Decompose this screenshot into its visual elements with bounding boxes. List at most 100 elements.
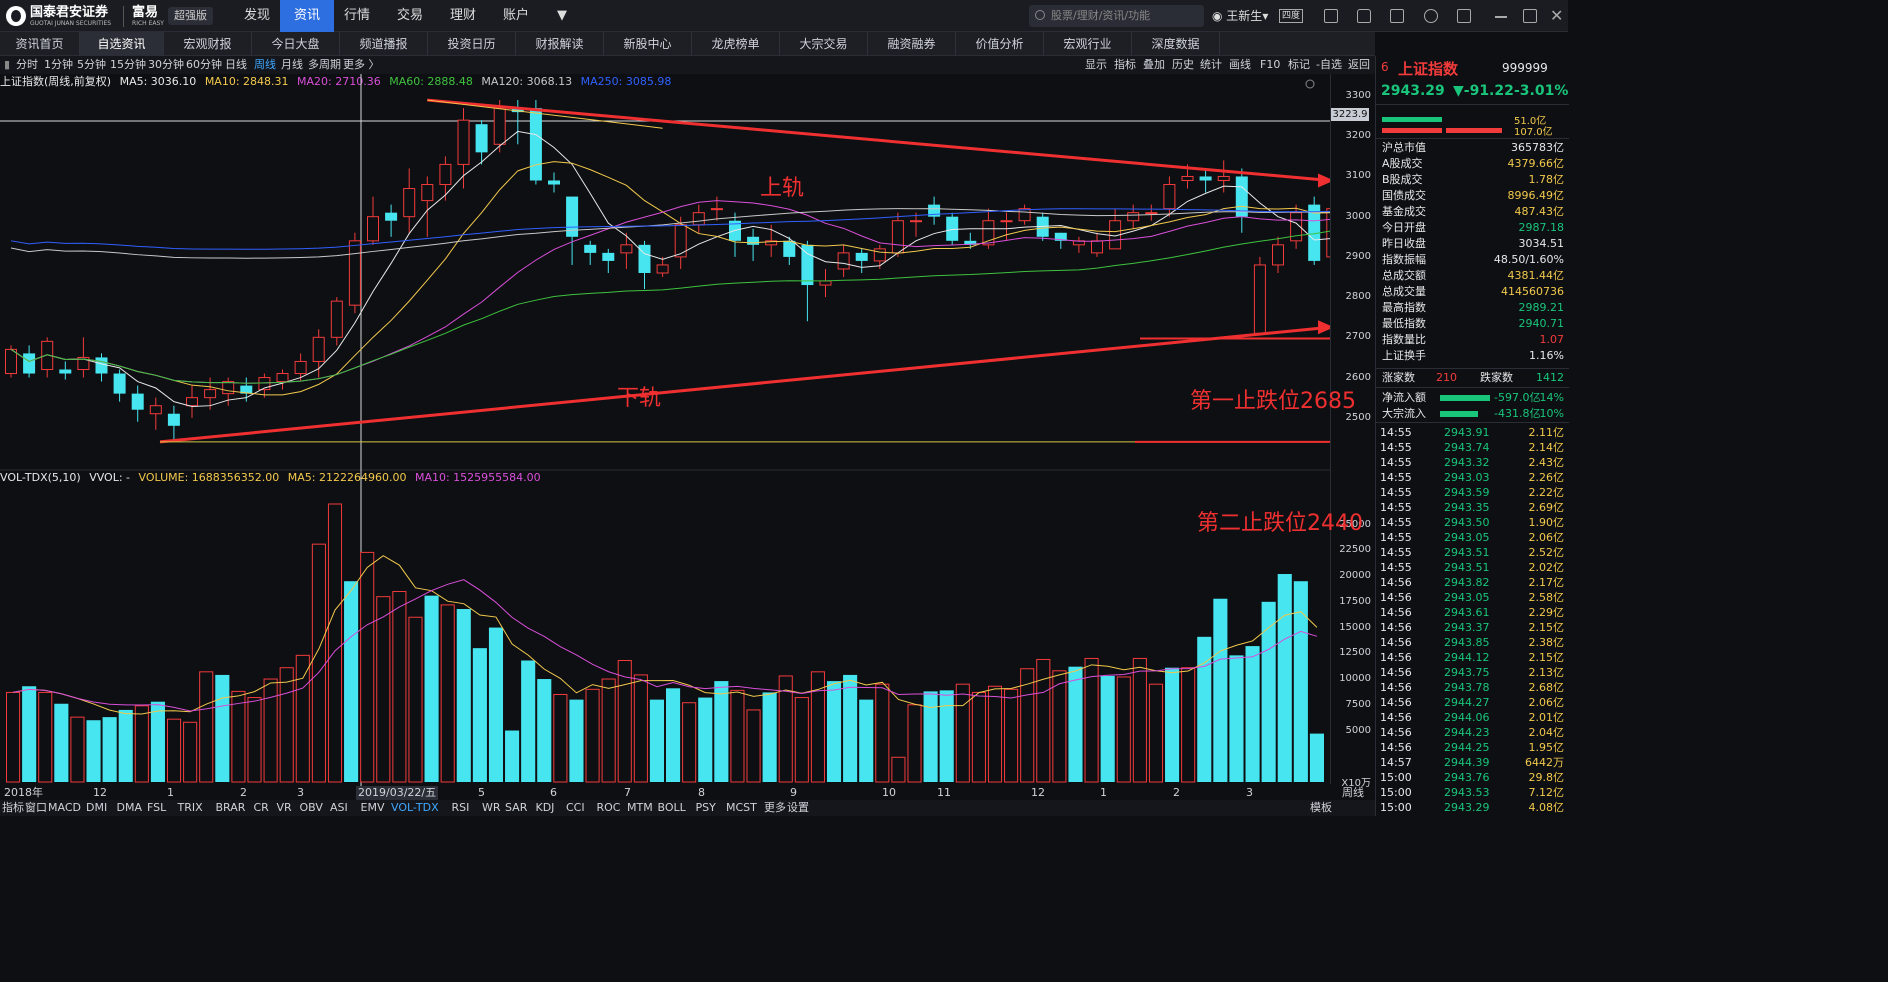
indicator-2[interactable]: MACD bbox=[48, 800, 81, 816]
tool-8[interactable]: -自选 bbox=[1316, 56, 1342, 74]
volume-bar bbox=[714, 681, 729, 782]
search-input[interactable]: 股票/理财/资讯/功能 bbox=[1029, 5, 1204, 27]
user-menu[interactable]: ◉ 王新生▾ bbox=[1212, 0, 1268, 32]
sub-nav-tab-1[interactable]: 自选资讯 bbox=[80, 32, 164, 56]
sub-nav-tab-0[interactable]: 资讯首页 bbox=[0, 32, 80, 56]
sub-nav-tab-8[interactable]: 龙虎榜单 bbox=[692, 32, 780, 56]
sub-nav-tab-7[interactable]: 新股中心 bbox=[604, 32, 692, 56]
sub-nav-tab-3[interactable]: 今日大盘 bbox=[252, 32, 340, 56]
period-3[interactable]: 15分钟 bbox=[110, 56, 146, 74]
lock-icon[interactable] bbox=[1357, 9, 1371, 23]
candle-body bbox=[312, 336, 325, 362]
indicator-22[interactable]: PSY bbox=[696, 800, 716, 816]
x-tick-6: 5 bbox=[478, 786, 485, 799]
indicator-7[interactable]: BRAR bbox=[216, 800, 246, 816]
indicator-0[interactable]: 指标 bbox=[2, 800, 24, 816]
top-menu-3[interactable]: 交易 bbox=[387, 0, 433, 32]
tick-row: 14:55 2943.74 2.14亿 bbox=[1380, 440, 1564, 455]
price-cursor-badge: 3223.9 bbox=[1331, 108, 1369, 121]
indicator-18[interactable]: CCI bbox=[566, 800, 585, 816]
candle bbox=[167, 405, 180, 442]
sub-nav-tab-12[interactable]: 宏观行业 bbox=[1044, 32, 1132, 56]
sub-nav-tab-10[interactable]: 融资融券 bbox=[868, 32, 956, 56]
indicator-4[interactable]: DMA bbox=[117, 800, 143, 816]
edition-badge[interactable]: 超强版 bbox=[168, 7, 213, 25]
template-button[interactable]: 模板 bbox=[1310, 800, 1332, 816]
indicator-15[interactable]: WR bbox=[482, 800, 501, 816]
indicator-25[interactable]: 设置 bbox=[787, 800, 809, 816]
tick-row: 14:55 2943.50 1.90亿 bbox=[1380, 515, 1564, 530]
sub-nav-tab-2[interactable]: 宏观财报 bbox=[164, 32, 252, 56]
indicator-21[interactable]: BOLL bbox=[658, 800, 686, 816]
indicator-17[interactable]: KDJ bbox=[536, 800, 555, 816]
maximize-icon[interactable] bbox=[1523, 9, 1537, 23]
tick-price: 2943.78 bbox=[1444, 681, 1490, 694]
indicator-14[interactable]: RSI bbox=[452, 800, 470, 816]
top-menu-4[interactable]: 理财 bbox=[440, 0, 486, 32]
period-1[interactable]: 1分钟 bbox=[44, 56, 73, 74]
sub-nav-tab-4[interactable]: 频道播报 bbox=[340, 32, 428, 56]
indicator-16[interactable]: SAR bbox=[505, 800, 527, 816]
minimize-icon[interactable] bbox=[1495, 16, 1507, 18]
indicator-6[interactable]: TRIX bbox=[178, 800, 203, 816]
close-icon[interactable]: ✕ bbox=[1550, 6, 1563, 25]
candle bbox=[439, 156, 452, 201]
grid-icon[interactable] bbox=[1390, 9, 1404, 23]
indicator-23[interactable]: MCST bbox=[726, 800, 757, 816]
top-menu-1[interactable]: 资讯 bbox=[280, 0, 334, 32]
tool-3[interactable]: 历史 bbox=[1172, 56, 1194, 74]
indicator-8[interactable]: CR bbox=[254, 800, 269, 816]
period-4[interactable]: 30分钟 bbox=[148, 56, 184, 74]
indicator-5[interactable]: FSL bbox=[147, 800, 166, 816]
period-9[interactable]: 多周期 bbox=[308, 56, 341, 74]
indicator-12[interactable]: EMV bbox=[361, 800, 385, 816]
vol-ma5-label: MA5: 2122264960.00 bbox=[287, 471, 407, 484]
indicator-13[interactable]: VOL-TDX bbox=[391, 800, 439, 816]
tool-4[interactable]: 统计 bbox=[1200, 56, 1222, 74]
indicator-20[interactable]: MTM bbox=[627, 800, 653, 816]
tool-2[interactable]: 叠加 bbox=[1143, 56, 1165, 74]
skin-icon[interactable] bbox=[1457, 9, 1471, 23]
candle-body bbox=[385, 212, 398, 221]
indicator-9[interactable]: VR bbox=[277, 800, 292, 816]
sub-nav-tab-13[interactable]: 深度数据 bbox=[1132, 32, 1220, 56]
tool-5[interactable]: 画线 bbox=[1229, 56, 1251, 74]
top-menu-2[interactable]: 行情 bbox=[334, 0, 380, 32]
indicator-11[interactable]: ASI bbox=[330, 800, 348, 816]
indicator-24[interactable]: 更多 bbox=[764, 800, 786, 816]
candle-body bbox=[529, 108, 542, 181]
sub-nav-tab-6[interactable]: 财报解读 bbox=[516, 32, 604, 56]
tool-7[interactable]: 标记 bbox=[1288, 56, 1310, 74]
tool-6[interactable]: F10 bbox=[1260, 56, 1280, 74]
period-2[interactable]: 5分钟 bbox=[77, 56, 106, 74]
top-menu-5[interactable]: 账户 bbox=[493, 0, 539, 32]
tick-price: 2943.35 bbox=[1444, 501, 1490, 514]
top-menu-0[interactable]: 发现 bbox=[234, 0, 280, 32]
sub-nav-tab-11[interactable]: 价值分析 bbox=[956, 32, 1044, 56]
indicator-19[interactable]: ROC bbox=[597, 800, 621, 816]
period-10[interactable]: 更多 〉 bbox=[343, 56, 380, 74]
y-tick-7: 2600 bbox=[1345, 371, 1371, 383]
period-0[interactable]: 分时 bbox=[16, 56, 38, 74]
indicator-10[interactable]: OBV bbox=[300, 800, 323, 816]
period-6[interactable]: 日线 bbox=[225, 56, 247, 74]
kline-chart[interactable] bbox=[0, 74, 1330, 786]
indicator-3[interactable]: DMI bbox=[86, 800, 107, 816]
sub-nav-tab-9[interactable]: 大宗交易 bbox=[780, 32, 868, 56]
top-menu-dropdown-icon[interactable]: ▼ bbox=[544, 0, 580, 32]
indicator-1[interactable]: 窗口 bbox=[25, 800, 47, 816]
tick-time: 15:00 bbox=[1380, 771, 1412, 784]
period-7[interactable]: 周线 bbox=[254, 56, 276, 74]
candle bbox=[367, 196, 379, 245]
tool-0[interactable]: 显示 bbox=[1085, 56, 1107, 74]
tool-1[interactable]: 指标 bbox=[1114, 56, 1136, 74]
period-8[interactable]: 月线 bbox=[281, 56, 303, 74]
vvol-label: VVOL: - bbox=[89, 471, 131, 484]
x-tick-11: 10 bbox=[882, 786, 896, 799]
sub-nav-tab-5[interactable]: 投资日历 bbox=[428, 32, 516, 56]
mail-icon[interactable] bbox=[1324, 9, 1338, 23]
gear-icon[interactable] bbox=[1424, 9, 1438, 23]
period-5[interactable]: 60分钟 bbox=[186, 56, 222, 74]
tool-9[interactable]: 返回 bbox=[1348, 56, 1370, 74]
tick-price: 2943.82 bbox=[1444, 576, 1490, 589]
